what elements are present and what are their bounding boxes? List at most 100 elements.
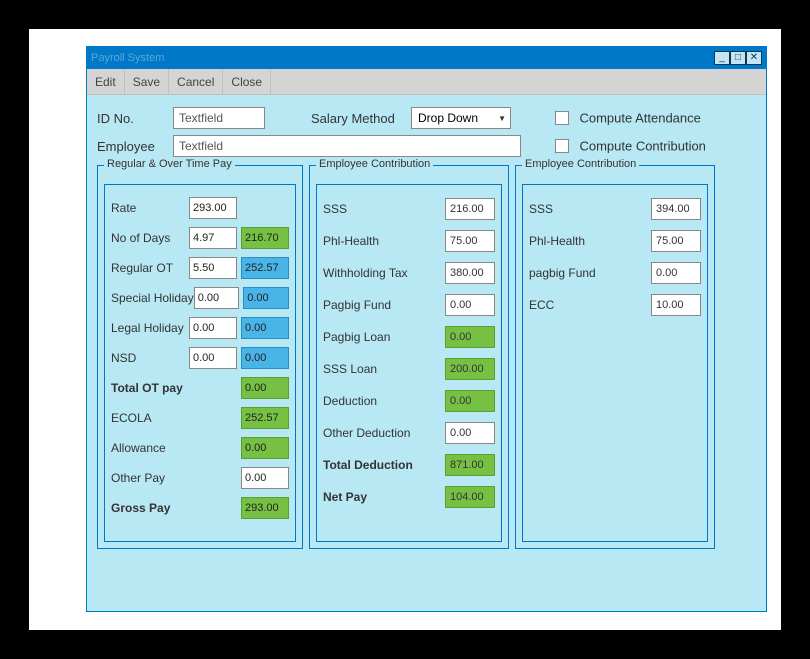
compute-contribution-checkbox[interactable]: [555, 139, 569, 153]
ecc-value[interactable]: 10.00: [651, 294, 701, 316]
lh-row: Legal Holiday 0.00 0.00: [111, 313, 289, 343]
tot-value: 0.00: [241, 377, 289, 399]
gross-row: Gross Pay 293.00: [111, 493, 289, 523]
save-button[interactable]: Save: [125, 69, 169, 94]
panel1-body: Rate 293.00 No of Days 4.97 216.70 Regul…: [104, 184, 296, 542]
tded-label: Total Deduction: [323, 458, 445, 472]
toolbar: Edit Save Cancel Close: [87, 69, 766, 95]
employee-label: Employee: [97, 139, 173, 154]
rate-value[interactable]: 293.00: [189, 197, 237, 219]
sss-value[interactable]: 216.00: [445, 198, 495, 220]
compute-contribution-label: Compute Contribution: [579, 138, 705, 153]
rot-value[interactable]: 5.50: [189, 257, 237, 279]
panel3-body: SSS 394.00 Phl-Health 75.00 pagbig Fund …: [522, 184, 708, 542]
wtax-label: Withholding Tax: [323, 266, 445, 280]
other-value[interactable]: 0.00: [241, 467, 289, 489]
header-row-2: Employee Compute Contribution: [97, 135, 756, 157]
nod-label: No of Days: [111, 231, 189, 245]
sph-calc: 0.00: [243, 287, 289, 309]
rot-calc: 252.57: [241, 257, 289, 279]
compute-attendance-wrap: Compute Attendance: [555, 109, 701, 127]
pagbig-row: Pagbig Fund 0.00: [323, 289, 495, 321]
phl-value[interactable]: 75.00: [445, 230, 495, 252]
phl3-value[interactable]: 75.00: [651, 230, 701, 252]
sss-label: SSS: [323, 202, 445, 216]
window-title: Payroll System: [91, 52, 164, 64]
ecc-label: ECC: [529, 298, 651, 312]
nod-calc: 216.70: [241, 227, 289, 249]
rate-label: Rate: [111, 201, 189, 215]
pagloan-row: Pagbig Loan 0.00: [323, 321, 495, 353]
phl-row: Phl-Health 75.00: [323, 225, 495, 257]
oded-label: Other Deduction: [323, 426, 445, 440]
idno-label: ID No.: [97, 111, 173, 126]
titlebar: Payroll System _ □ ✕: [87, 47, 766, 69]
oded-row: Other Deduction 0.00: [323, 417, 495, 449]
tot-row: Total OT pay 0.00: [111, 373, 289, 403]
compute-attendance-checkbox[interactable]: [555, 111, 569, 125]
content-area: ID No. Salary Method Drop Down ▼ Compute…: [87, 95, 766, 611]
allow-value: 0.00: [241, 437, 289, 459]
rot-row: Regular OT 5.50 252.57: [111, 253, 289, 283]
lh-label: Legal Holiday: [111, 321, 189, 335]
chevron-down-icon: ▼: [498, 114, 506, 123]
panel-employer-contribution: Employee Contribution SSS 394.00 Phl-Hea…: [515, 165, 715, 549]
tded-value: 871.00: [445, 454, 495, 476]
sss3-value[interactable]: 394.00: [651, 198, 701, 220]
rot-label: Regular OT: [111, 261, 189, 275]
window-controls: _ □ ✕: [714, 51, 762, 65]
nsd-calc: 0.00: [241, 347, 289, 369]
panel2-body: SSS 216.00 Phl-Health 75.00 Withholding …: [316, 184, 502, 542]
phl3-label: Phl-Health: [529, 234, 651, 248]
nod-row: No of Days 4.97 216.70: [111, 223, 289, 253]
nsd-value[interactable]: 0.00: [189, 347, 237, 369]
sssloan-value: 200.00: [445, 358, 495, 380]
pagloan-label: Pagbig Loan: [323, 330, 445, 344]
other-label: Other Pay: [111, 471, 241, 485]
lh-value[interactable]: 0.00: [189, 317, 237, 339]
payroll-window: Payroll System _ □ ✕ Edit Save Cancel Cl…: [86, 46, 767, 612]
rate-row: Rate 293.00: [111, 193, 289, 223]
gross-value: 293.00: [241, 497, 289, 519]
header-row-1: ID No. Salary Method Drop Down ▼ Compute…: [97, 107, 756, 129]
lh-calc: 0.00: [241, 317, 289, 339]
ded-label: Deduction: [323, 394, 445, 408]
pagbig3-value[interactable]: 0.00: [651, 262, 701, 284]
wtax-value[interactable]: 380.00: [445, 262, 495, 284]
close-window-button[interactable]: ✕: [746, 51, 762, 65]
app-frame: Payroll System _ □ ✕ Edit Save Cancel Cl…: [29, 29, 781, 630]
pagbig3-row: pagbig Fund 0.00: [529, 257, 701, 289]
sss3-row: SSS 394.00: [529, 193, 701, 225]
oded-value[interactable]: 0.00: [445, 422, 495, 444]
pagloan-value: 0.00: [445, 326, 495, 348]
nsd-label: NSD: [111, 351, 189, 365]
phl3-row: Phl-Health 75.00: [529, 225, 701, 257]
panel-regular-ot: Regular & Over Time Pay Rate 293.00 No o…: [97, 165, 303, 549]
sssloan-row: SSS Loan 200.00: [323, 353, 495, 385]
maximize-button[interactable]: □: [730, 51, 746, 65]
compute-contribution-wrap: Compute Contribution: [555, 137, 706, 155]
panel3-title: Employee Contribution: [522, 158, 639, 170]
gross-label: Gross Pay: [111, 501, 241, 515]
sssloan-label: SSS Loan: [323, 362, 445, 376]
wtax-row: Withholding Tax 380.00: [323, 257, 495, 289]
sph-value[interactable]: 0.00: [194, 287, 240, 309]
edit-button[interactable]: Edit: [87, 69, 125, 94]
nod-value[interactable]: 4.97: [189, 227, 237, 249]
employee-input[interactable]: [173, 135, 521, 157]
pagbig-value[interactable]: 0.00: [445, 294, 495, 316]
close-button[interactable]: Close: [223, 69, 271, 94]
pagbig-label: Pagbig Fund: [323, 298, 445, 312]
panel1-title: Regular & Over Time Pay: [104, 158, 235, 170]
ded-row: Deduction 0.00: [323, 385, 495, 417]
sph-label: Special Holiday: [111, 291, 194, 305]
sss3-label: SSS: [529, 202, 651, 216]
salary-method-value: Drop Down: [418, 111, 478, 125]
idno-input[interactable]: [173, 107, 265, 129]
cancel-button[interactable]: Cancel: [169, 69, 223, 94]
minimize-button[interactable]: _: [714, 51, 730, 65]
salary-method-select[interactable]: Drop Down ▼: [411, 107, 511, 129]
allow-row: Allowance 0.00: [111, 433, 289, 463]
salary-method-label: Salary Method: [311, 111, 411, 126]
panel-employee-contribution: Employee Contribution SSS 216.00 Phl-Hea…: [309, 165, 509, 549]
